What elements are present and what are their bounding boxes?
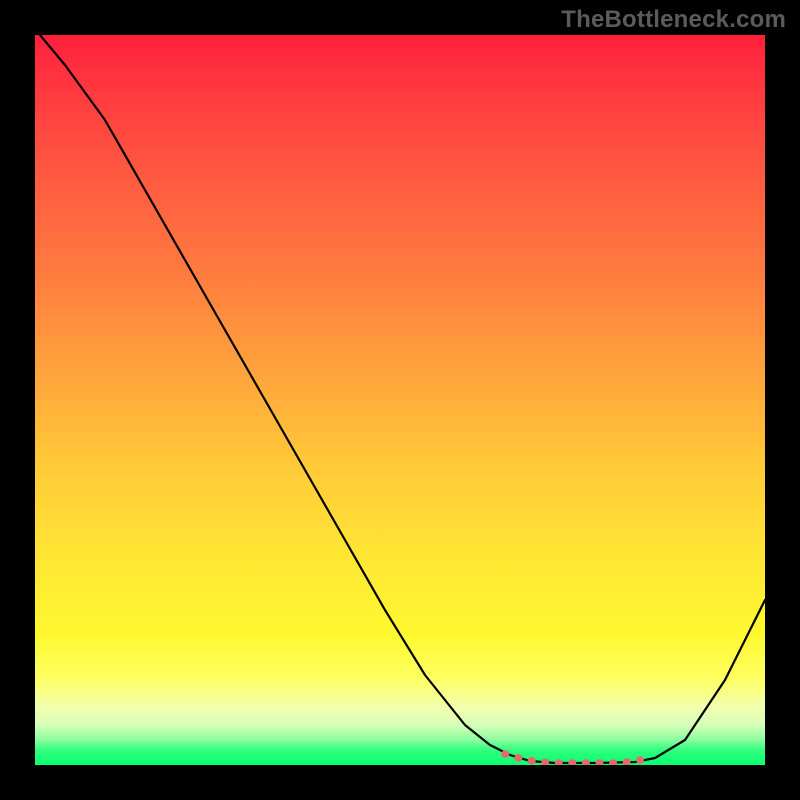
plot-area <box>35 35 765 765</box>
watermark-text: TheBottleneck.com <box>561 6 786 34</box>
chart-svg <box>35 35 765 765</box>
curve-line <box>40 35 765 763</box>
chart-frame: TheBottleneck.com <box>0 0 800 800</box>
